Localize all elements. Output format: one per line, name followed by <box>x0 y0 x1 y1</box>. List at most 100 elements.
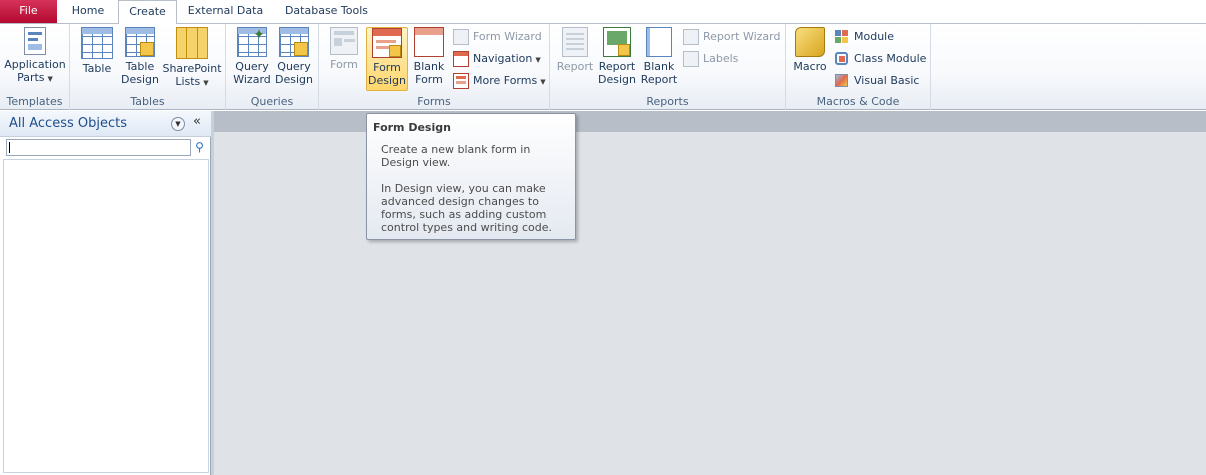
table-design-icon <box>125 27 155 57</box>
more-forms-label: More Forms <box>473 74 538 87</box>
form-wizard-icon <box>453 29 469 45</box>
navigation-icon <box>453 51 469 67</box>
query-design-button[interactable]: Query Design <box>274 27 314 86</box>
report-wizard-button[interactable]: Report Wizard <box>683 27 780 47</box>
query-wizard-icon: ✦ <box>237 27 267 57</box>
ribbon-tabbar: File Home Create External Data Database … <box>0 0 1206 24</box>
query-design-label-2: Design <box>275 73 313 86</box>
navigation-pane-header: All Access Objects ▼ « <box>0 111 211 137</box>
more-forms-button[interactable]: More Forms ▼ <box>453 71 546 91</box>
report-design-label-1: Report <box>598 60 636 73</box>
tab-home[interactable]: Home <box>60 0 116 23</box>
query-wizard-button[interactable]: ✦ Query Wizard <box>232 27 272 86</box>
module-label: Module <box>854 30 894 43</box>
navigation-button[interactable]: Navigation ▼ <box>453 49 541 69</box>
search-input[interactable] <box>6 139 191 156</box>
form-design-label-1: Form <box>373 61 401 74</box>
navigation-object-list <box>3 159 209 473</box>
navigation-pane-title[interactable]: All Access Objects <box>9 116 127 131</box>
sharepoint-lists-icon <box>176 27 208 59</box>
navigation-label: Navigation <box>473 52 533 65</box>
tab-file[interactable]: File <box>0 0 57 23</box>
form-wizard-button[interactable]: Form Wizard <box>453 27 542 47</box>
table-label: Table <box>82 62 112 75</box>
blank-report-button[interactable]: Blank Report <box>640 27 678 86</box>
workspace <box>214 111 1206 475</box>
group-label-macros-code: Macros & Code <box>816 95 900 108</box>
group-forms: Form Form Design Blank Form Form Wizard <box>319 24 550 110</box>
sharepoint-lists-button[interactable]: SharePoint Lists ▼ <box>162 27 222 90</box>
module-button[interactable]: Module <box>834 27 894 47</box>
report-design-label-2: Design <box>598 73 636 86</box>
group-queries: ✦ Query Wizard Query Design Queries <box>226 24 319 110</box>
table-button[interactable]: Table <box>78 27 116 75</box>
report-design-button[interactable]: Report Design <box>597 27 637 86</box>
blank-form-button[interactable]: Blank Form <box>410 27 448 86</box>
group-label-templates: Templates <box>6 95 63 108</box>
macro-button[interactable]: Macro <box>791 27 829 73</box>
dropdown-arrow-icon: ▼ <box>203 79 209 87</box>
sharepoint-lists-label-1: SharePoint <box>162 62 222 75</box>
collapse-pane-icon[interactable]: « <box>193 114 201 129</box>
report-wizard-label: Report Wizard <box>703 30 781 43</box>
labels-button[interactable]: Labels <box>683 49 738 69</box>
dropdown-arrow-icon: ▼ <box>540 78 546 86</box>
blank-form-label-1: Blank <box>413 60 445 73</box>
form-design-button[interactable]: Form Design <box>366 27 408 91</box>
class-module-label: Class Module <box>854 52 927 65</box>
form-icon <box>330 27 358 55</box>
table-icon <box>81 27 113 59</box>
class-module-button[interactable]: Class Module <box>834 49 926 69</box>
report-icon <box>562 27 588 57</box>
form-design-label-2: Design <box>368 74 406 87</box>
query-design-icon <box>279 27 309 57</box>
form-button[interactable]: Form <box>325 27 363 71</box>
group-label-queries: Queries <box>250 95 294 108</box>
macro-label: Macro <box>793 60 827 73</box>
report-button[interactable]: Report <box>556 27 594 73</box>
table-design-label-2: Design <box>121 73 159 86</box>
application-parts-label-2: Parts <box>17 71 45 84</box>
visual-basic-icon <box>834 73 850 89</box>
search-icon[interactable]: ⚲ <box>191 139 208 156</box>
group-templates: Application Parts ▼ Templates <box>0 24 70 110</box>
sharepoint-lists-label-2: Lists <box>175 75 201 88</box>
tooltip-description: Create a new blank form in Design view. <box>381 143 531 169</box>
dropdown-arrow-icon: ▼ <box>47 75 53 83</box>
labels-icon <box>683 51 699 67</box>
more-forms-icon <box>453 73 469 89</box>
chevron-down-icon[interactable]: ▼ <box>171 117 185 131</box>
macro-scroll-icon <box>795 27 825 57</box>
group-macros-code: Macro Module Class Module Visual Basic M… <box>786 24 931 110</box>
visual-basic-label: Visual Basic <box>854 74 920 87</box>
blank-report-label-1: Blank <box>643 60 675 73</box>
application-parts-label-1: Application <box>4 58 66 71</box>
document-tab-bar <box>214 111 1206 132</box>
module-icon <box>834 29 850 45</box>
application-parts-button[interactable]: Application Parts ▼ <box>3 27 67 86</box>
labels-label: Labels <box>703 52 739 65</box>
application-parts-icon <box>24 27 46 55</box>
visual-basic-button[interactable]: Visual Basic <box>834 71 919 91</box>
blank-form-icon <box>414 27 444 57</box>
group-label-reports: Reports <box>646 95 689 108</box>
report-design-icon <box>603 27 631 57</box>
group-tables: Table Table Design SharePoint Lists ▼ Tab… <box>70 24 226 110</box>
report-label: Report <box>556 60 594 73</box>
tab-database-tools[interactable]: Database Tools <box>276 0 377 23</box>
group-label-tables: Tables <box>130 95 165 108</box>
tooltip-title: Form Design <box>373 121 451 134</box>
tab-external-data[interactable]: External Data <box>180 0 271 23</box>
tab-create[interactable]: Create <box>118 0 177 24</box>
navigation-pane: All Access Objects ▼ « ⚲ <box>0 111 211 475</box>
report-wizard-icon <box>683 29 699 45</box>
query-wizard-label-2: Wizard <box>233 73 271 86</box>
form-design-icon <box>372 28 402 58</box>
dropdown-arrow-icon: ▼ <box>535 56 541 64</box>
form-design-tooltip: Form Design Create a new blank form in D… <box>366 113 576 240</box>
blank-form-label-2: Form <box>415 73 443 86</box>
table-design-button[interactable]: Table Design <box>120 27 160 86</box>
form-label: Form <box>330 58 358 71</box>
ribbon: Application Parts ▼ Templates Table Table… <box>0 23 1206 110</box>
blank-report-icon <box>646 27 672 57</box>
